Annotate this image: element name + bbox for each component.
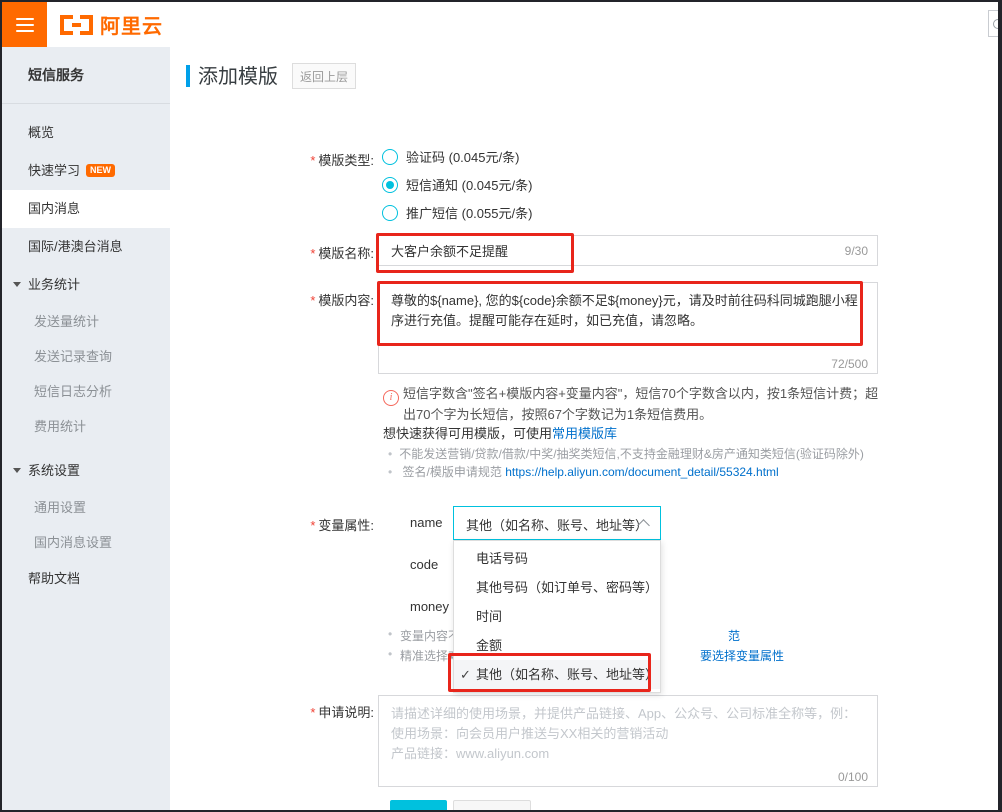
quick-template-text: 想快速获得可用模版，可使用 bbox=[383, 426, 552, 441]
template-content-textarea[interactable]: 尊敬的${name}, 您的${code}余额不足${money}元，请及时前往… bbox=[378, 282, 878, 374]
spec-note: 签名/模版申请规范 https://help.aliyun.com/docume… bbox=[388, 463, 779, 480]
page-title: 添加模版 bbox=[198, 60, 278, 89]
quick-template-line: 想快速获得可用模版，可使用常用模版库 bbox=[383, 423, 617, 442]
required-asterisk: * bbox=[310, 246, 315, 261]
radio-icon[interactable] bbox=[382, 205, 398, 221]
required-asterisk: * bbox=[310, 518, 315, 533]
template-content-field: 尊敬的${name}, 您的${code}余额不足${money}元，请及时前往… bbox=[378, 282, 878, 379]
required-asterisk: * bbox=[310, 705, 315, 720]
template-content-counter: 72/500 bbox=[831, 357, 868, 371]
aliyun-logo-icon bbox=[60, 15, 93, 35]
application-desc-counter: 0/100 bbox=[838, 770, 868, 784]
dropdown-option-other-number[interactable]: 其他号码（如订单号、密码等） bbox=[454, 573, 660, 602]
label-text: 模版名称: bbox=[318, 246, 374, 261]
window-frame: 阿里云 短信服务 概览 快速学习 NEW 国内消息 国际/港澳台消息 业务统计 发… bbox=[0, 0, 1002, 812]
sidebar-title: 短信服务 bbox=[2, 47, 170, 104]
fee-note: 短信字数含"签名+模版内容+变量内容"，短信70个字数含以内，按1条短信计费；超… bbox=[403, 383, 881, 425]
submit-button[interactable] bbox=[390, 800, 447, 810]
application-desc-label: *申请说明: bbox=[170, 702, 374, 721]
template-type-label: *模版类型: bbox=[170, 150, 374, 169]
dropdown-option-phone[interactable]: 电话号码 bbox=[454, 544, 660, 573]
variable-spec-link-fragment[interactable]: 范 bbox=[728, 627, 740, 644]
sidebar-item-domestic-messages[interactable]: 国内消息 bbox=[2, 190, 170, 228]
why-choose-attr-link-fragment[interactable]: 要选择变量属性 bbox=[700, 647, 784, 664]
top-header: 阿里云 bbox=[2, 2, 998, 47]
variable-name-select[interactable]: 其他（如名称、账号、地址等） bbox=[453, 506, 661, 540]
sidebar-group-label: 业务统计 bbox=[28, 277, 80, 292]
sidebar-item-general-settings[interactable]: 通用设置 bbox=[2, 490, 170, 525]
sidebar-group-business-stats[interactable]: 业务统计 bbox=[2, 266, 170, 304]
variable-money-label: money bbox=[410, 599, 449, 614]
caret-down-icon bbox=[13, 468, 21, 473]
variable-name-label: name bbox=[410, 515, 443, 530]
label-text: 模版类型: bbox=[318, 153, 374, 168]
bullet-icon bbox=[388, 627, 392, 641]
variable-code-label: code bbox=[410, 557, 438, 572]
spec-note-text: 签名/模版申请规范 bbox=[403, 465, 506, 479]
selected-option-text: 其他（如名称、账号、地址等） bbox=[466, 515, 648, 534]
label-text: 变量属性: bbox=[318, 518, 374, 533]
dropdown-option-amount[interactable]: 金额 bbox=[454, 631, 660, 660]
template-name-label: *模版名称: bbox=[170, 243, 374, 262]
sidebar-item-fee-stats[interactable]: 费用统计 bbox=[2, 409, 170, 444]
radio-checked-icon[interactable] bbox=[382, 177, 398, 193]
required-asterisk: * bbox=[310, 153, 315, 168]
sidebar-item-domestic-msg-settings[interactable]: 国内消息设置 bbox=[2, 525, 170, 560]
sidebar-item-label: 快速学习 bbox=[28, 163, 80, 178]
radio-option-promo-sms[interactable]: 推广短信 (0.055元/条) bbox=[382, 203, 532, 222]
sidebar-item-send-volume-stats[interactable]: 发送量统计 bbox=[2, 304, 170, 339]
main-content: 添加模版 返回上层 *模版类型: 验证码 (0.045元/条) 短信通知 (0.… bbox=[170, 47, 998, 810]
screen: 阿里云 短信服务 概览 快速学习 NEW 国内消息 国际/港澳台消息 业务统计 发… bbox=[2, 2, 998, 810]
search-icon bbox=[993, 19, 998, 29]
radio-option-sms-notification[interactable]: 短信通知 (0.045元/条) bbox=[382, 175, 532, 194]
dropdown-option-time[interactable]: 时间 bbox=[454, 602, 660, 631]
variable-note1-fragment: 变量内容不 bbox=[400, 627, 453, 644]
sidebar-item-sms-log-analysis[interactable]: 短信日志分析 bbox=[2, 374, 170, 409]
variable-attributes-label: *变量属性: bbox=[170, 515, 374, 534]
label-text: 模版内容: bbox=[318, 293, 374, 308]
sidebar-item-help-docs[interactable]: 帮助文档 bbox=[2, 560, 170, 598]
application-desc-textarea[interactable] bbox=[378, 695, 878, 787]
caret-down-icon bbox=[13, 282, 21, 287]
sidebar-item-quick-learn[interactable]: 快速学习 NEW bbox=[2, 152, 170, 190]
radio-icon[interactable] bbox=[382, 149, 398, 165]
sidebar-item-send-record-query[interactable]: 发送记录查询 bbox=[2, 339, 170, 374]
radio-label: 验证码 (0.045元/条) bbox=[406, 147, 519, 166]
required-asterisk: * bbox=[310, 293, 315, 308]
label-text: 申请说明: bbox=[318, 705, 374, 720]
restriction-note: 不能发送营销/贷款/借款/中奖/抽奖类短信,不支持金融理财&房产通知类短信(验证… bbox=[388, 445, 864, 462]
sidebar-group-label: 系统设置 bbox=[28, 463, 80, 478]
sidebar-group-system-settings[interactable]: 系统设置 bbox=[2, 452, 170, 490]
radio-option-verification-code[interactable]: 验证码 (0.045元/条) bbox=[382, 147, 519, 166]
variable-attribute-dropdown: 电话号码 其他号码（如订单号、密码等） 时间 金额 其他（如名称、账号、地址等） bbox=[453, 540, 661, 693]
dropdown-option-other-selected[interactable]: 其他（如名称、账号、地址等） bbox=[454, 660, 660, 689]
template-name-input[interactable] bbox=[378, 235, 878, 266]
title-accent-bar bbox=[186, 65, 190, 87]
back-button[interactable]: 返回上层 bbox=[292, 63, 356, 89]
hamburger-menu-icon[interactable] bbox=[2, 2, 47, 47]
cancel-button[interactable] bbox=[453, 800, 531, 810]
template-name-field: 9/30 bbox=[378, 235, 878, 266]
bullet-icon bbox=[388, 647, 392, 661]
new-badge: NEW bbox=[86, 164, 115, 177]
radio-label: 短信通知 (0.045元/条) bbox=[406, 175, 532, 194]
template-name-counter: 9/30 bbox=[845, 244, 868, 258]
common-template-library-link[interactable]: 常用模版库 bbox=[552, 426, 617, 441]
radio-label: 推广短信 (0.055元/条) bbox=[406, 203, 532, 222]
variable-note2-fragment: 精准选择对 bbox=[400, 647, 453, 664]
sidebar: 短信服务 概览 快速学习 NEW 国内消息 国际/港澳台消息 业务统计 发送量统计… bbox=[2, 47, 170, 810]
info-icon bbox=[383, 390, 399, 406]
sidebar-menu: 概览 快速学习 NEW 国内消息 国际/港澳台消息 业务统计 发送量统计 发送记录… bbox=[2, 104, 170, 598]
application-desc-field: 0/100 bbox=[378, 695, 878, 792]
sidebar-item-intl-messages[interactable]: 国际/港澳台消息 bbox=[2, 228, 170, 266]
header-search-partial[interactable] bbox=[988, 10, 998, 37]
brand-name: 阿里云 bbox=[100, 10, 163, 39]
sidebar-item-overview[interactable]: 概览 bbox=[2, 114, 170, 152]
aliyun-logo[interactable]: 阿里云 bbox=[60, 2, 163, 47]
template-content-label: *模版内容: bbox=[170, 290, 374, 309]
spec-doc-link[interactable]: https://help.aliyun.com/document_detail/… bbox=[505, 465, 779, 479]
